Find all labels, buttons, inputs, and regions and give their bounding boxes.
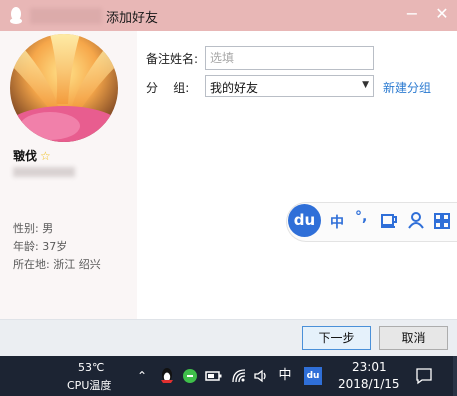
show-desktop-strip[interactable]: [453, 356, 457, 396]
cup-icon[interactable]: [381, 213, 399, 229]
nickname-row: 皲伐 ☆: [13, 147, 51, 164]
qq-penguin-icon: [10, 7, 22, 24]
green-app-tray-icon[interactable]: [182, 368, 198, 384]
new-group-link[interactable]: 新建分组: [383, 79, 431, 96]
age-info: 年龄: 37岁: [13, 240, 68, 253]
avatar: [10, 34, 118, 142]
blurred-account-name: [30, 8, 102, 24]
baidu-ime-tray-icon[interactable]: du: [304, 367, 322, 385]
star-icon: ☆: [40, 148, 51, 163]
clock-date[interactable]: 2018/1/15: [338, 377, 400, 391]
minimize-button[interactable]: −: [401, 3, 423, 25]
cpu-temperature: 53℃: [78, 361, 105, 374]
baidu-ime-logo-icon[interactable]: du: [288, 204, 321, 237]
group-selected-value: 我的好友: [210, 81, 259, 95]
group-label: 分 组:: [146, 81, 190, 95]
close-button[interactable]: ✕: [431, 3, 453, 25]
remark-label: 备注姓名:: [146, 52, 199, 66]
age-value: 37岁: [42, 240, 68, 253]
cpu-temperature-label: CPU温度: [67, 379, 112, 392]
window-title: 添加好友: [106, 11, 159, 26]
gender-info: 性别: 男: [13, 222, 54, 235]
volume-icon[interactable]: [253, 368, 269, 384]
remark-name-input[interactable]: [205, 46, 374, 70]
show-hidden-icons-chevron-icon[interactable]: ⌃: [134, 368, 150, 384]
notification-center-icon[interactable]: [415, 367, 433, 385]
next-step-button[interactable]: 下一步: [302, 326, 371, 350]
battery-charging-icon[interactable]: [205, 369, 223, 383]
gender-value: 男: [42, 222, 54, 235]
clock-time[interactable]: 23:01: [352, 360, 387, 374]
location-info: 所在地: 浙江 绍兴: [13, 258, 101, 271]
blurred-account-id: [13, 167, 75, 177]
user-icon[interactable]: [408, 212, 424, 229]
ime-mode-indicator[interactable]: 中: [277, 368, 293, 384]
wifi-icon[interactable]: [231, 368, 247, 384]
nickname: 皲伐: [13, 149, 38, 163]
ime-punctuation[interactable]: °,: [355, 209, 367, 225]
location-value: 浙江 绍兴: [53, 258, 101, 271]
ime-chinese-mode[interactable]: 中: [330, 212, 344, 232]
title-bar[interactable]: 添加好友 − ✕: [0, 0, 457, 31]
dropdown-arrow-icon: ▼: [362, 80, 369, 90]
group-select[interactable]: 我的好友 ▼: [205, 75, 374, 97]
grid-icon[interactable]: [434, 213, 450, 229]
qq-tray-icon[interactable]: [159, 367, 175, 385]
cancel-button[interactable]: 取消: [379, 326, 448, 350]
add-friend-dialog: 添加好友 − ✕ 皲伐 ☆ 性别: 男 年龄: 37岁 所在地: 浙江 绍兴 备…: [0, 0, 457, 356]
